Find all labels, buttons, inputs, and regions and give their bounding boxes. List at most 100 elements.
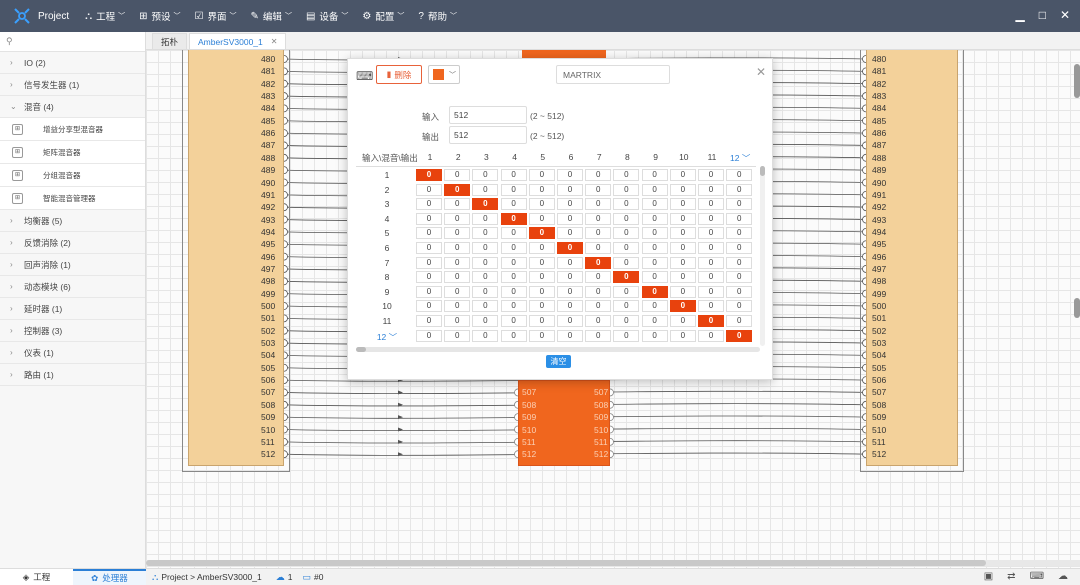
matrix-cell[interactable]: 0 — [613, 329, 640, 342]
row-selector[interactable]: 12 ﹀ — [362, 331, 412, 343]
sidebar-group[interactable]: › IO (2) — [0, 52, 145, 74]
matrix-cell[interactable]: 0 — [444, 227, 471, 240]
matrix-cell[interactable]: 0 — [698, 256, 724, 269]
matrix-cell[interactable]: 0 — [444, 169, 471, 181]
matrix-cell[interactable]: 0 — [444, 285, 471, 298]
matrix-cell[interactable]: 0 — [528, 198, 555, 211]
sync-icon[interactable]: ⇄ — [1007, 571, 1015, 582]
matrix-cell[interactable]: 0 — [472, 227, 499, 240]
matrix-cell[interactable]: 0 — [726, 227, 753, 240]
matrix-cell[interactable]: 0 — [500, 227, 527, 240]
close-icon[interactable]: ✕ — [756, 65, 766, 79]
matrix-cell[interactable]: 0 — [444, 242, 471, 254]
matrix-cell[interactable]: 0 — [613, 285, 640, 298]
menu-sitemap[interactable]: ⛬ 工程 ﹀ — [85, 9, 125, 24]
menu-checkbox[interactable]: ☑ 界面 ﹀ — [195, 9, 237, 24]
matrix-cell[interactable]: 0 — [528, 242, 555, 254]
save-icon[interactable]: ▣ — [984, 571, 993, 582]
canvas-vertical-scrollbar[interactable] — [1074, 64, 1080, 544]
matrix-cell[interactable]: 0 — [698, 329, 724, 342]
matrix-cell[interactable]: 0 — [669, 169, 696, 181]
matrix-cell[interactable]: 0 — [669, 256, 696, 269]
matrix-cell[interactable]: 0 — [557, 285, 583, 298]
matrix-cell[interactable]: 0 — [500, 169, 527, 181]
matrix-cell[interactable]: 0 — [472, 285, 499, 298]
module-search-input[interactable]: ⚲ — [0, 32, 145, 52]
matrix-cell[interactable]: 0 — [585, 212, 612, 225]
matrix-cell[interactable]: 0 — [557, 212, 583, 225]
sidebar-item-mixer[interactable]: ⊞ 矩阵混音器 — [0, 141, 145, 164]
matrix-cell[interactable]: 0 — [669, 198, 696, 211]
matrix-cell-active[interactable]: 0 — [585, 256, 612, 269]
cloud-status-icon[interactable]: ☁ — [1058, 571, 1068, 582]
matrix-cell[interactable]: 0 — [416, 315, 442, 327]
matrix-cell[interactable]: 0 — [528, 212, 555, 225]
matrix-cell[interactable]: 0 — [726, 285, 753, 298]
sidebar-group[interactable]: › 均衡器 (5) — [0, 210, 145, 232]
menu-grid[interactable]: ⊞ 预设 ﹀ — [139, 9, 180, 24]
sidebar-group[interactable]: › 仪表 (1) — [0, 342, 145, 364]
matrix-cell[interactable]: 0 — [557, 198, 583, 211]
sidebar-group[interactable]: › 反馈消除 (2) — [0, 232, 145, 254]
matrix-cell[interactable]: 0 — [500, 256, 527, 269]
matrix-cell[interactable]: 0 — [641, 242, 668, 254]
matrix-cell[interactable]: 0 — [416, 271, 442, 284]
matrix-cell[interactable]: 0 — [585, 300, 612, 313]
matrix-cell[interactable]: 0 — [528, 300, 555, 313]
matrix-cell[interactable]: 0 — [557, 300, 583, 313]
matrix-cell[interactable]: 0 — [669, 212, 696, 225]
tab-topology[interactable]: 拓朴 — [152, 33, 188, 49]
matrix-cell[interactable]: 0 — [585, 183, 612, 196]
matrix-cell[interactable]: 0 — [585, 271, 612, 284]
matrix-cell[interactable]: 0 — [726, 256, 753, 269]
matrix-cell[interactable]: 0 — [698, 227, 724, 240]
matrix-cell-active[interactable]: 0 — [698, 315, 724, 327]
matrix-cell[interactable]: 0 — [557, 329, 583, 342]
matrix-cell[interactable]: 0 — [585, 329, 612, 342]
matrix-cell[interactable]: 0 — [698, 300, 724, 313]
matrix-cell-active[interactable]: 0 — [528, 227, 555, 240]
matrix-cell[interactable]: 0 — [472, 300, 499, 313]
matrix-cell[interactable]: 0 — [613, 169, 640, 181]
color-picker[interactable]: ﹀ — [428, 65, 460, 84]
matrix-cell[interactable]: 0 — [613, 212, 640, 225]
matrix-cell[interactable]: 0 — [416, 285, 442, 298]
input-count-field[interactable]: 512 — [449, 106, 527, 124]
matrix-cell-active[interactable]: 0 — [669, 300, 696, 313]
matrix-cell[interactable]: 0 — [641, 271, 668, 284]
matrix-cell[interactable]: 0 — [698, 169, 724, 181]
sidebar-group[interactable]: › 信号发生器 (1) — [0, 74, 145, 96]
matrix-cell[interactable]: 0 — [726, 315, 753, 327]
matrix-cell[interactable]: 0 — [669, 315, 696, 327]
sidebar-group[interactable]: › 控制器 (3) — [0, 320, 145, 342]
matrix-cell[interactable]: 0 — [528, 285, 555, 298]
matrix-cell[interactable]: 0 — [585, 315, 612, 327]
matrix-cell[interactable]: 0 — [416, 198, 442, 211]
matrix-cell-active[interactable]: 0 — [500, 212, 527, 225]
matrix-cell[interactable]: 0 — [726, 183, 753, 196]
menu-config[interactable]: ⚙ 配置 ﹀ — [362, 9, 404, 24]
matrix-cell[interactable]: 0 — [557, 271, 583, 284]
matrix-cell[interactable]: 0 — [585, 242, 612, 254]
matrix-cell[interactable]: 0 — [726, 212, 753, 225]
matrix-cell[interactable]: 0 — [613, 183, 640, 196]
matrix-cell[interactable]: 0 — [472, 169, 499, 181]
matrix-cell[interactable]: 0 — [698, 212, 724, 225]
matrix-cell[interactable]: 0 — [613, 256, 640, 269]
matrix-cell[interactable]: 0 — [613, 242, 640, 254]
matrix-cell[interactable]: 0 — [641, 329, 668, 342]
matrix-cell[interactable]: 0 — [500, 242, 527, 254]
matrix-cell-active[interactable]: 0 — [613, 271, 640, 284]
matrix-cell[interactable]: 0 — [528, 315, 555, 327]
sidebar-group[interactable]: › 动态模块 (6) — [0, 276, 145, 298]
matrix-cell[interactable]: 0 — [500, 315, 527, 327]
matrix-cell[interactable]: 0 — [669, 227, 696, 240]
canvas-horizontal-scrollbar[interactable] — [146, 560, 1080, 566]
matrix-cell[interactable]: 0 — [416, 183, 442, 196]
matrix-cell[interactable]: 0 — [641, 169, 668, 181]
matrix-cell[interactable]: 0 — [472, 212, 499, 225]
matrix-cell[interactable]: 0 — [444, 198, 471, 211]
block-name-input[interactable]: MARTRIX — [556, 65, 670, 84]
matrix-cell[interactable]: 0 — [698, 271, 724, 284]
matrix-cell[interactable]: 0 — [472, 242, 499, 254]
